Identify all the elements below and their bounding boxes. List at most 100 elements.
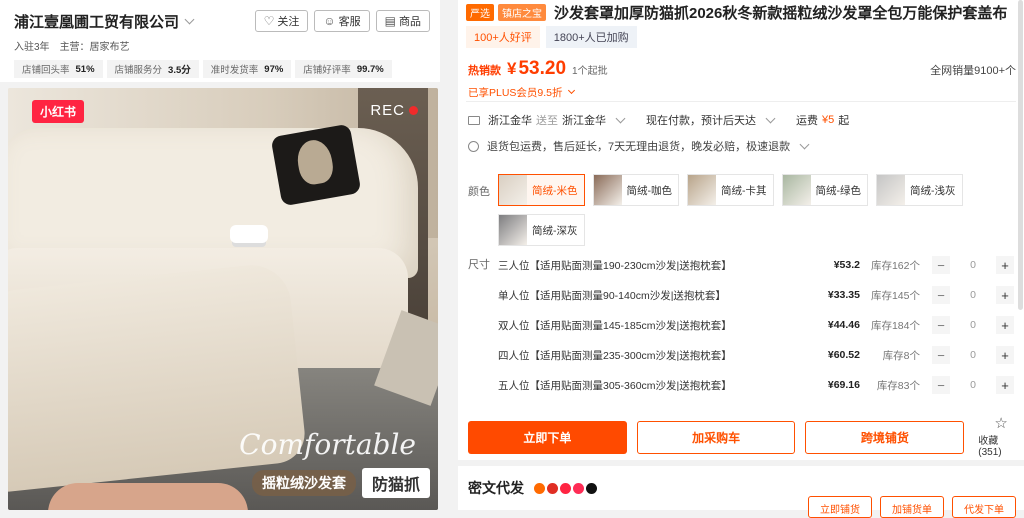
decrement-button[interactable]: − [932, 376, 950, 394]
list-now-button[interactable]: 立即铺货 [808, 496, 872, 518]
stat-service-score: 店铺服务分 3.5分 [106, 60, 199, 78]
cross-border-button[interactable]: 跨境铺货 [805, 420, 965, 454]
size-name: 双人位【适用贴面测量145-185cm沙发|送抱枕套】 [498, 319, 732, 332]
platform-kuaishou-icon [573, 482, 584, 494]
shop-treasure-tag: 镇店之宝 [498, 4, 546, 21]
dropship-buttons: 立即铺货 加铺货单 代发下单 [808, 496, 1016, 518]
size-row: 双人位【适用贴面测量145-185cm沙发|送抱枕套】 ¥44.46 库存184个 −… [498, 310, 1014, 340]
color-option[interactable]: 简绒-咖色 [592, 174, 679, 206]
shop-name[interactable]: 浦江壹凰圃工贸有限公司 [14, 11, 179, 32]
social-proof-chips: 100+人好评 1800+人已加购 [466, 26, 637, 48]
freight-value: ¥5 [822, 114, 835, 126]
hot-sale-label: 热销款 [468, 65, 501, 77]
goods-button[interactable]: ▤ 商品 [375, 10, 430, 32]
photo-caption: 摇粒绒沙发套 防猫抓 [251, 468, 430, 498]
size-stock: 库存145个 [870, 289, 920, 302]
increment-button[interactable]: + [996, 256, 1014, 274]
color-option-label: 简绒-米色 [532, 184, 578, 197]
color-option[interactable]: 简绒-深灰 [498, 214, 585, 246]
secret-dropship-title: 密文代发 [468, 480, 524, 496]
color-thumbnail [688, 175, 716, 205]
color-thumbnail [499, 215, 527, 245]
color-option[interactable]: 简绒-米色 [498, 174, 585, 206]
increment-button[interactable]: + [996, 316, 1014, 334]
chevron-down-icon[interactable] [184, 14, 195, 24]
action-bar: 立即下单 加采购车 跨境铺货 ☆ 收藏 (351) [468, 416, 1024, 458]
size-price: ¥44.46 [827, 319, 860, 331]
quantity-value[interactable]: 0 [950, 319, 996, 331]
shop-stats: 店铺回头率 51% 店铺服务分 3.5分 准时发货率 97% 店铺好评率 99.7% [14, 60, 426, 78]
follow-button[interactable]: ♡ 关注 [254, 10, 309, 32]
decrement-button[interactable]: − [932, 256, 950, 274]
quantity-value[interactable]: 0 [950, 379, 996, 391]
size-price: ¥69.16 [827, 379, 860, 391]
customer-service-button[interactable]: ☺ 客服 [314, 10, 370, 32]
color-option-label: 简绒-绿色 [815, 184, 862, 197]
product-title: 沙发套罩加厚防猫抓2026秋冬新款摇粒绒沙发罩全包万能保护套盖布 [554, 5, 1008, 22]
add-to-cart-button[interactable]: 加采购车 [636, 420, 796, 454]
favorite-button[interactable]: ☆ 收藏 (351) [978, 416, 1024, 459]
secret-dropship-row: 密文代发 [468, 478, 597, 498]
color-option-label: 简绒-咖色 [626, 184, 673, 197]
caption-feature: 防猫抓 [361, 468, 430, 498]
increment-button[interactable]: + [996, 346, 1014, 364]
rec-indicator: REC [370, 102, 418, 119]
shop-actions: ♡ 关注 ☺ 客服 ▤ 商品 [254, 10, 430, 32]
quantity-value[interactable]: 0 [950, 289, 996, 301]
platform-pdd-icon [547, 482, 558, 494]
price-value: 53.20 [518, 58, 567, 79]
product-detail-panel: 严选 镇店之宝 沙发套罩加厚防猫抓2026秋冬新款摇粒绒沙发罩全包万能保护套盖布… [458, 0, 1024, 510]
reviews-chip[interactable]: 100+人好评 [466, 26, 540, 48]
platform-xhs-icon [560, 482, 571, 494]
size-price: ¥60.52 [827, 349, 860, 361]
chevron-down-icon [567, 86, 575, 95]
size-label: 尺寸 [468, 259, 490, 271]
photo-script-text: Comfortable [239, 428, 416, 461]
size-name: 三人位【适用贴面测量190-230cm沙发|送抱枕套】 [498, 259, 732, 272]
increment-button[interactable]: + [996, 286, 1014, 304]
color-thumbnail [499, 175, 527, 205]
size-row: 五人位【适用贴面测量305-360cm沙发|送抱枕套】 ¥69.16 库存83个 −0… [498, 370, 1014, 400]
quantity-value[interactable]: 0 [950, 349, 996, 361]
size-row: 三人位【适用贴面测量190-230cm沙发|送抱枕套】 ¥53.2 库存162个 −0… [498, 250, 1014, 280]
dropship-order-button[interactable]: 代发下单 [952, 496, 1016, 518]
plus-discount[interactable]: 已享PLUS会员9.5折 [468, 85, 575, 100]
quantity-stepper: −0 + [932, 286, 1014, 304]
services-text: 退货包运费，售后延长，7天无理由退货，晚发必赔，极速退款 [487, 141, 791, 153]
chevron-down-icon[interactable] [615, 113, 626, 123]
quantity-value[interactable]: 0 [950, 259, 996, 271]
color-option-label: 简绒-卡其 [721, 184, 767, 197]
min-order: 1个起批 [572, 66, 608, 77]
decrement-button[interactable]: − [932, 316, 950, 334]
scrollbar[interactable] [1018, 0, 1023, 310]
size-name: 四人位【适用贴面测量235-300cm沙发|送抱枕套】 [498, 349, 732, 362]
chevron-down-icon [799, 139, 810, 149]
size-row: 四人位【适用贴面测量235-300cm沙发|送抱枕套】 ¥60.52 库存8个 −0 + [498, 340, 1014, 370]
size-name: 单人位【适用贴面测量90-140cm沙发|送抱枕套】 [498, 289, 726, 302]
product-main-image[interactable]: 小红书 REC Comfortable 摇粒绒沙发套 防猫抓 [8, 88, 438, 510]
size-stock: 库存83个 [876, 379, 920, 392]
chevron-down-icon[interactable] [765, 113, 776, 123]
color-option[interactable]: 简绒-浅灰 [876, 174, 963, 206]
quantity-stepper: −0 + [932, 256, 1014, 274]
increment-button[interactable]: + [996, 376, 1014, 394]
color-option[interactable]: 简绒-绿色 [781, 174, 868, 206]
price-row: 热销款 ¥ 53.20 1个起批 全网销量9100+个 [468, 58, 1016, 80]
goods-icon: ▤ [384, 14, 396, 28]
color-option[interactable]: 简绒-卡其 [687, 174, 774, 206]
color-options: 简绒-米色 简绒-咖色 简绒-卡其 简绒-绿色 简绒-浅灰简绒-深灰 [498, 174, 1018, 246]
heart-icon: ♡ [263, 14, 275, 28]
shop-years: 入驻3年 [14, 42, 50, 53]
xiaohongshu-badge: 小红书 [32, 100, 85, 123]
service-guarantees[interactable]: 退货包运费，售后延长，7天无理由退货，晚发必赔，极速退款 [468, 138, 810, 154]
decrement-button[interactable]: − [932, 346, 950, 364]
freight-suffix: 起 [838, 115, 850, 127]
ship-to[interactable]: 浙江金华 [562, 112, 606, 128]
ship-to-word: 送至 [536, 115, 558, 127]
buy-now-button[interactable]: 立即下单 [468, 420, 627, 454]
decrement-button[interactable]: − [932, 286, 950, 304]
add-list-button[interactable]: 加铺货单 [880, 496, 944, 518]
size-stock: 库存8个 [882, 349, 920, 362]
color-label: 颜色 [468, 186, 490, 198]
delivery-estimate[interactable]: 现在付款，预计后天达 [646, 112, 756, 128]
